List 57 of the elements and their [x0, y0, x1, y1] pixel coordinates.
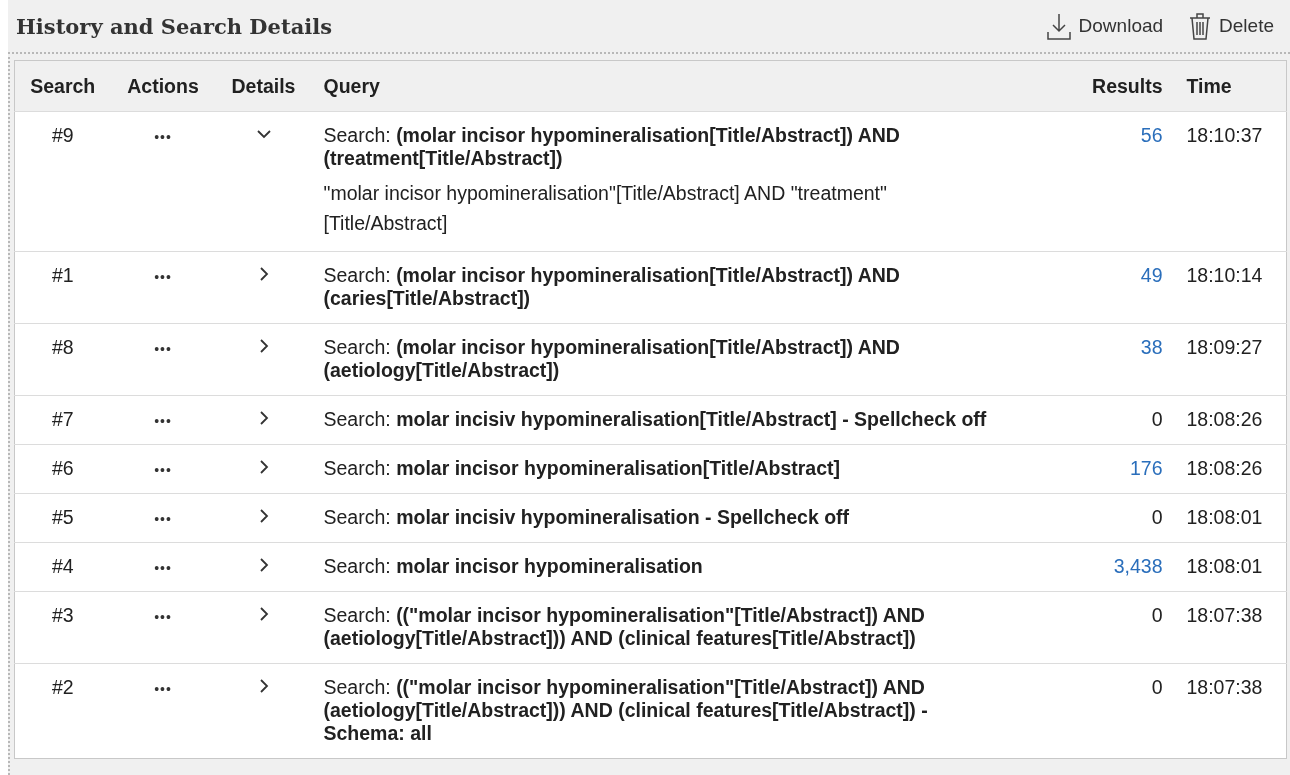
query-text: Search: (molar incisor hypomineralisation[Title/Abstract]) AND (caries[Title/Abstract]) [323, 264, 901, 310]
query-text: Search: (molar incisor hypomineralisation[Title/Abstract]) AND (aetiology[Title/Abstract]) [323, 336, 901, 382]
column-header: Results [1092, 74, 1163, 97]
query-text: Search: (("molar incisor hypomineralisation"[Title/Abstract]) AND (aetiology[Title/Abstract])) AND (clinical features[Title/Abstract]) [323, 604, 926, 650]
search-number: #8 [51, 336, 74, 358]
search-number: #4 [51, 555, 74, 577]
actions-button[interactable]: ••• [154, 560, 172, 576]
actions-button[interactable]: ••• [154, 341, 172, 357]
query-details: "molar incisor hypomineralisation"[Title/Abstract] AND "treatment"[Title/Abstract] [323, 181, 888, 236]
query-text: Search: (("molar incisor hypomineralisation"[Title/Abstract]) AND (aetiology[Title/Abstract])) AND (clinical features[Title/Abstract]) - Schema: all [323, 676, 929, 745]
trash-icon [1189, 12, 1212, 40]
search-number: #6 [51, 457, 74, 479]
search-number: #3 [51, 604, 74, 626]
actions-button[interactable]: ••• [154, 511, 172, 527]
results-link[interactable]: 3,438 [1113, 555, 1163, 577]
query-text: Search: molar incisiv hypomineralisation[Title/Abstract] - Spellcheck off [323, 408, 988, 431]
search-time: 18:07:38 [1186, 604, 1263, 626]
query-text: Search: molar incisiv hypomineralisation - Spellcheck off [323, 506, 851, 529]
results-number: 0 [1151, 676, 1163, 698]
column-header: Actions [127, 74, 199, 97]
search-number: #9 [51, 124, 74, 146]
search-number: #2 [51, 676, 74, 698]
search-time: 18:10:37 [1186, 124, 1263, 146]
search-time: 18:07:38 [1186, 676, 1263, 698]
actions-button[interactable]: ••• [154, 609, 172, 625]
column-header: Query [323, 74, 380, 97]
column-header: Time [1186, 74, 1232, 97]
download-button[interactable]: Download [1046, 12, 1164, 40]
results-link[interactable]: 56 [1140, 124, 1163, 146]
section-title: History and Search Details [16, 13, 332, 39]
query-text: Search: (molar incisor hypomineralisation[Title/Abstract]) AND (treatment[Title/Abstract]) [323, 124, 901, 170]
search-time: 18:10:14 [1186, 264, 1263, 286]
search-number: #1 [51, 264, 74, 286]
actions-button[interactable]: ••• [154, 269, 172, 285]
search-time: 18:08:01 [1186, 506, 1263, 528]
results-link[interactable]: 176 [1129, 457, 1163, 479]
search-time: 18:08:26 [1186, 457, 1263, 479]
actions-button[interactable]: ••• [154, 413, 172, 429]
search-time: 18:09:27 [1186, 336, 1263, 358]
actions-button[interactable]: ••• [154, 129, 172, 145]
actions-button[interactable]: ••• [154, 462, 172, 478]
column-header: Search [30, 74, 96, 97]
results-number: 0 [1151, 408, 1163, 430]
query-text: Search: molar incisor hypomineralisation [323, 555, 704, 578]
delete-button[interactable]: Delete [1189, 12, 1274, 40]
query-text: Search: molar incisor hypomineralisation[Title/Abstract] [323, 457, 842, 480]
results-number: 0 [1151, 506, 1163, 528]
actions-button[interactable]: ••• [154, 681, 172, 697]
column-header: Details [231, 74, 296, 97]
search-number: #7 [51, 408, 74, 430]
results-number: 0 [1151, 604, 1163, 626]
download-icon [1046, 12, 1071, 40]
results-link[interactable]: 49 [1140, 264, 1163, 286]
search-number: #5 [51, 506, 74, 528]
search-time: 18:08:01 [1186, 555, 1263, 577]
results-link[interactable]: 38 [1140, 336, 1163, 358]
search-time: 18:08:26 [1186, 408, 1263, 430]
